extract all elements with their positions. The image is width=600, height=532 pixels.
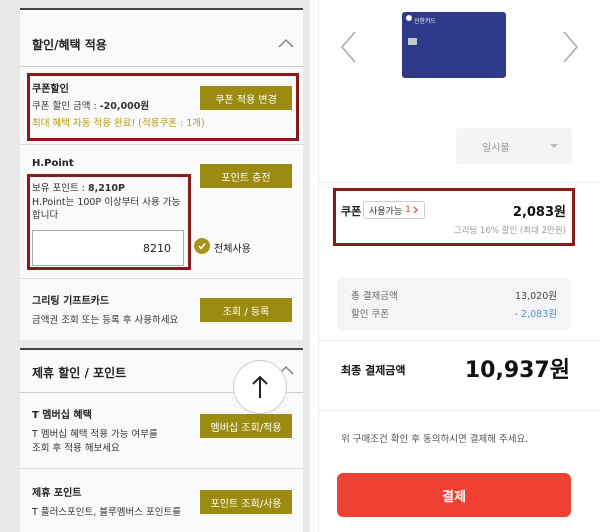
giftcard-lookup-button[interactable]: 조회 / 등록 bbox=[200, 298, 292, 322]
section-divider bbox=[319, 340, 600, 341]
point-charge-button[interactable]: 포인트 충전 bbox=[200, 164, 292, 188]
chevron-left-icon[interactable] bbox=[339, 30, 359, 64]
tmembership-note-2: 조회 후 적용 해보세요 bbox=[32, 443, 120, 454]
row-divider bbox=[20, 144, 303, 145]
hpoint-title: H.Point bbox=[32, 158, 74, 169]
scroll-to-top-button[interactable] bbox=[233, 360, 287, 414]
installment-selected: 일시불 bbox=[482, 142, 510, 154]
payment-summary: 총 결제금액 13,020원 할인 쿠폰 - 2,083원 bbox=[337, 278, 571, 330]
discount-section-title: 할인/혜택 적용 bbox=[32, 38, 107, 52]
coupon-discount-label: 할인 쿠폰 bbox=[351, 309, 389, 320]
partner-point-title: 제휴 포인트 bbox=[32, 488, 82, 499]
chevron-up-icon[interactable] bbox=[277, 35, 295, 53]
tmembership-title: T 멤버십 혜택 bbox=[32, 410, 92, 421]
final-amount: 10,937원 bbox=[464, 358, 570, 383]
row-divider bbox=[20, 468, 303, 469]
left-panel: 할인/혜택 적용 쿠폰할인 쿠폰 할인 금액 : -20,000원 최대 혜택 … bbox=[0, 0, 310, 532]
total-label: 총 결제금액 bbox=[351, 291, 398, 302]
coupon-highlight-box bbox=[27, 73, 299, 141]
card-brand-name: 신한카드 bbox=[414, 18, 437, 25]
section-divider bbox=[20, 66, 303, 67]
giftcard-note: 금액권 조회 또는 등록 후 사용하세요 bbox=[32, 315, 179, 326]
card-brand-icon bbox=[406, 15, 412, 21]
agree-text: 위 구매조건 확인 후 동의하시면 결제해 주세요. bbox=[341, 434, 529, 445]
right-panel: 신한카드 일시불 쿠폰 사용가능 1 2,083원 그리팅 16% 할인 (최대… bbox=[318, 0, 600, 532]
partner-point-note: T 플러스포인트, 블루멤버스 포인트를 bbox=[32, 507, 181, 518]
tmembership-note-1: T 멤버십 혜택 적용 가능 여부를 bbox=[32, 429, 158, 440]
hpoint-highlight-box bbox=[27, 174, 191, 270]
giftcard-title: 그리팅 기프트카드 bbox=[32, 296, 110, 307]
coupon-discount-value: - 2,083원 bbox=[514, 309, 557, 320]
arrow-up-icon bbox=[252, 375, 268, 398]
section-divider bbox=[319, 410, 600, 411]
installment-select[interactable]: 일시불 bbox=[456, 128, 572, 164]
chevron-right-icon[interactable] bbox=[560, 30, 580, 64]
use-all-label[interactable]: 전체사용 bbox=[214, 240, 251, 255]
card-chip bbox=[408, 38, 417, 45]
membership-lookup-button[interactable]: 멤버십 조회/적용 bbox=[200, 414, 292, 438]
section-divider bbox=[319, 182, 600, 183]
chevron-down-icon bbox=[550, 144, 558, 148]
row-divider bbox=[20, 278, 303, 279]
payment-card-image[interactable]: 신한카드 bbox=[402, 12, 506, 78]
pay-button[interactable]: 결제 bbox=[337, 473, 571, 517]
final-amount-label: 최종 결제금액 bbox=[341, 364, 406, 377]
total-value: 13,020원 bbox=[515, 291, 557, 302]
coupon-highlight-box bbox=[333, 188, 575, 246]
check-icon[interactable] bbox=[194, 238, 210, 254]
partner-section-title: 제휴 할인 / 포인트 bbox=[32, 366, 127, 380]
partner-point-button[interactable]: 포인트 조회/사용 bbox=[200, 490, 292, 514]
